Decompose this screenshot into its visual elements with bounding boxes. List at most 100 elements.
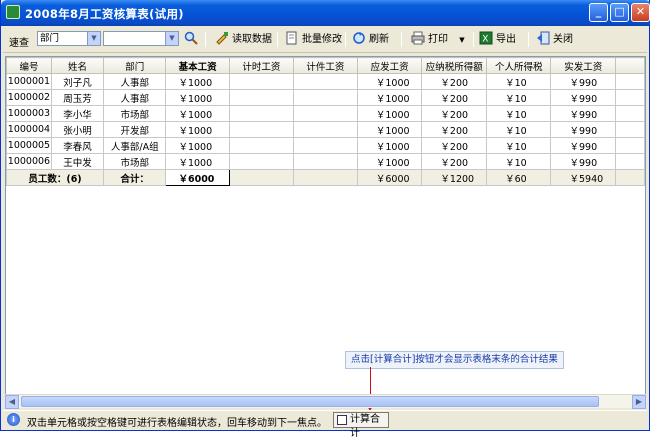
table-cell[interactable] [292, 137, 358, 154]
column-header[interactable]: 计时工资 [228, 57, 294, 74]
table-cell[interactable]: 王中发 [50, 153, 105, 170]
column-header[interactable]: 个人所得税 [486, 57, 552, 74]
table-cell[interactable] [292, 89, 358, 106]
table-cell[interactable]: 李小华 [50, 105, 105, 122]
table-cell[interactable] [228, 105, 294, 122]
table-cell[interactable]: 开发部 [103, 121, 167, 138]
table-cell[interactable]: ￥200 [421, 89, 488, 106]
table-cell[interactable]: ￥1000 [165, 89, 230, 106]
table-cell[interactable]: ￥10 [486, 73, 552, 90]
chevron-down-icon[interactable]: ▼ [165, 32, 178, 45]
export-button[interactable]: X 导出 [479, 31, 516, 48]
table-cell[interactable] [292, 153, 358, 170]
table-cell[interactable]: 周玉芳 [50, 89, 105, 106]
table-cell[interactable]: ￥200 [421, 105, 488, 122]
table-cell[interactable]: ￥990 [550, 137, 616, 154]
chevron-down-icon[interactable]: ▼ [87, 32, 100, 45]
table-cell[interactable]: ￥1000 [356, 153, 423, 170]
table-cell[interactable]: ￥1000 [165, 121, 230, 138]
calculate-total-button[interactable]: 计算合计 [333, 412, 389, 439]
table-cell[interactable]: ￥1000 [356, 137, 423, 154]
table-cell[interactable]: 1000006 [6, 153, 52, 170]
table-cell[interactable] [292, 105, 358, 122]
table-cell[interactable]: ￥1000 [356, 121, 423, 138]
maximize-button[interactable]: □ [610, 3, 629, 22]
table-cell[interactable]: ￥1000 [356, 89, 423, 106]
table-cell[interactable]: 李春风 [50, 137, 105, 154]
table-cell[interactable]: ￥990 [550, 89, 616, 106]
table-cell[interactable]: ￥1000 [165, 105, 230, 122]
column-header[interactable]: 编号 [6, 57, 52, 74]
table-cell[interactable]: 1000003 [6, 105, 52, 122]
column-header[interactable]: 实发工资 [550, 57, 616, 74]
batch-edit-button[interactable]: 批量修改 [285, 31, 342, 48]
table-row[interactable]: 1000006 王中发 市场部 ￥1000 ￥1000 ￥200 ￥10 ￥99… [6, 153, 645, 170]
table-cell[interactable]: 市场部 [103, 105, 167, 122]
table-cell[interactable]: ￥990 [550, 121, 616, 138]
table-cell-filler [615, 169, 645, 186]
table-cell[interactable]: 1000005 [6, 137, 52, 154]
table-cell[interactable]: ￥10 [486, 153, 552, 170]
table-cell-filler [615, 89, 645, 106]
field-select[interactable]: 部门 ▼ [37, 31, 101, 46]
column-header[interactable]: 基本工资 [165, 57, 230, 74]
table-cell[interactable]: ￥1000 [165, 73, 230, 90]
scroll-left-button[interactable]: ◀ [5, 395, 19, 409]
column-header[interactable]: 姓名 [50, 57, 105, 74]
column-header[interactable]: 部门 [103, 57, 167, 74]
print-button[interactable]: 打印 ▼ [411, 31, 465, 48]
table-cell[interactable] [292, 73, 358, 90]
table-cell[interactable] [228, 89, 294, 106]
table-row[interactable]: 1000004 张小明 开发部 ￥1000 ￥1000 ￥200 ￥10 ￥99… [6, 121, 645, 138]
table-cell[interactable]: 人事部 [103, 73, 167, 90]
table-cell[interactable]: ￥1000 [165, 137, 230, 154]
table-cell[interactable]: 市场部 [103, 153, 167, 170]
minimize-button[interactable]: _ [589, 3, 608, 22]
read-data-button[interactable]: 读取数据 [215, 31, 272, 48]
table-cell[interactable] [228, 137, 294, 154]
table-cell[interactable]: 1000001 [6, 73, 52, 90]
table-row[interactable]: 1000002 周玉芳 人事部 ￥1000 ￥1000 ￥200 ￥10 ￥99… [6, 89, 645, 106]
close-button[interactable]: 关闭 [536, 31, 573, 48]
table-cell[interactable]: ￥200 [421, 137, 488, 154]
table-row[interactable]: 1000001 刘子凡 人事部 ￥1000 ￥1000 ￥200 ￥10 ￥99… [6, 73, 645, 90]
table-cell[interactable]: ￥200 [421, 121, 488, 138]
table-row[interactable]: 1000003 李小华 市场部 ￥1000 ￥1000 ￥200 ￥10 ￥99… [6, 105, 645, 122]
table-cell[interactable]: 1000002 [6, 89, 52, 106]
table-cell[interactable]: ￥200 [421, 73, 488, 90]
table-cell[interactable]: ￥10 [486, 89, 552, 106]
table-cell[interactable] [292, 121, 358, 138]
table-cell[interactable]: ￥990 [550, 105, 616, 122]
table-cell[interactable]: 人事部 [103, 89, 167, 106]
chevron-down-icon[interactable]: ▼ [459, 36, 464, 44]
value-select[interactable]: ▼ [103, 31, 179, 46]
close-window-button[interactable]: ✕ [631, 3, 650, 22]
table-cell[interactable]: ￥1000 [356, 73, 423, 90]
refresh-button[interactable]: 刷新 [352, 31, 389, 48]
column-header[interactable]: 应发工资 [356, 57, 423, 74]
column-header[interactable]: 计件工资 [292, 57, 358, 74]
table-cell[interactable] [228, 153, 294, 170]
table-cell[interactable]: 1000004 [6, 121, 52, 138]
table-cell[interactable]: ￥200 [421, 153, 488, 170]
total-row: 员工数：(6) 合计： ￥6000 ￥6000 ￥1200 ￥60 ￥5940 [6, 169, 645, 186]
table-cell[interactable]: ￥990 [550, 73, 616, 90]
table-cell[interactable]: 刘子凡 [50, 73, 105, 90]
table-cell[interactable]: ￥990 [550, 153, 616, 170]
search-button[interactable] [184, 31, 201, 48]
horizontal-scrollbar[interactable]: ◀ ▶ [5, 394, 646, 409]
table-cell[interactable] [228, 73, 294, 90]
scroll-right-button[interactable]: ▶ [632, 395, 646, 409]
table-row[interactable]: 1000005 李春风 人事部/A组 ￥1000 ￥1000 ￥200 ￥10 … [6, 137, 645, 154]
total-basic-cell[interactable]: ￥6000 [165, 169, 230, 186]
table-cell[interactable] [228, 121, 294, 138]
table-cell[interactable]: ￥1000 [356, 105, 423, 122]
table-cell[interactable]: ￥10 [486, 137, 552, 154]
table-cell[interactable]: ￥10 [486, 105, 552, 122]
scroll-thumb[interactable] [21, 396, 599, 407]
table-cell[interactable]: ￥1000 [165, 153, 230, 170]
column-header[interactable]: 应纳税所得额 [421, 57, 488, 74]
table-cell[interactable]: 张小明 [50, 121, 105, 138]
table-cell[interactable]: ￥10 [486, 121, 552, 138]
table-cell[interactable]: 人事部/A组 [103, 137, 167, 154]
